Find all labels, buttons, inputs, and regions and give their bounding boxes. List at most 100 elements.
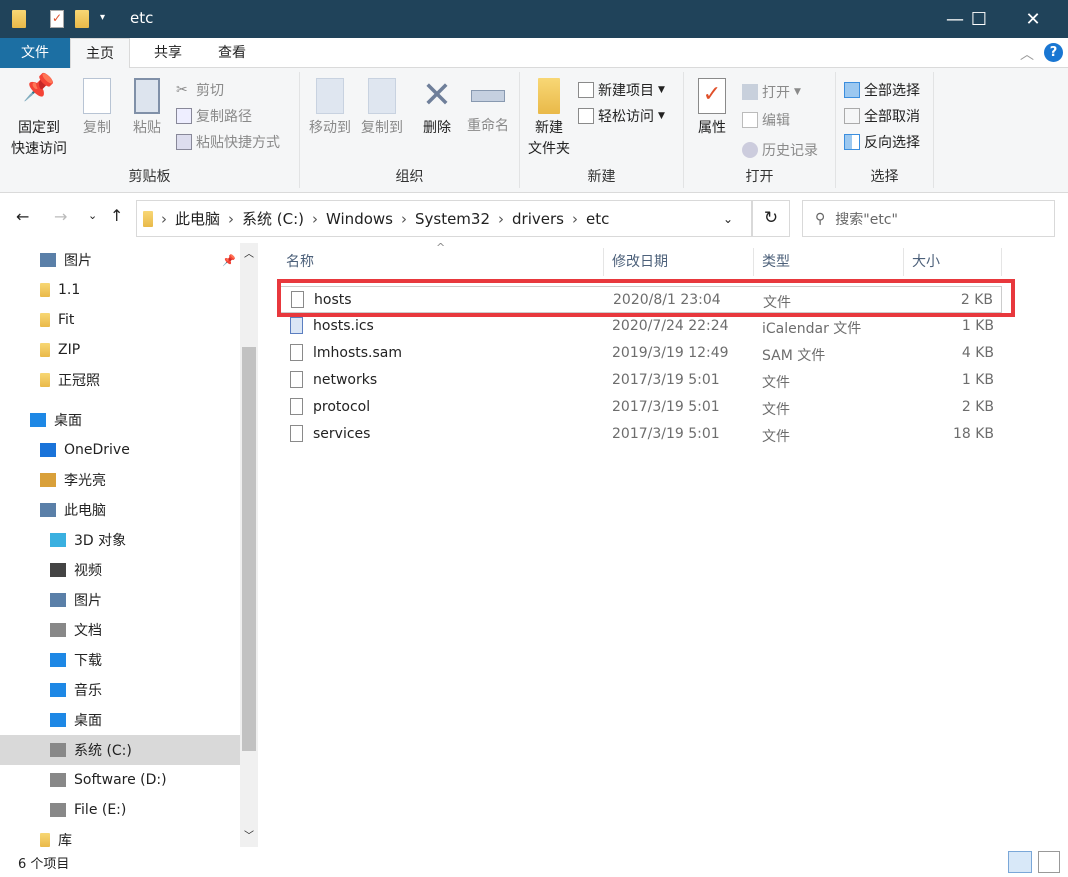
sidebar-item[interactable]: 李光亮 (0, 465, 240, 495)
file-date: 2017/3/19 5:01 (612, 399, 720, 415)
refresh-button[interactable]: ↻ (752, 200, 790, 237)
delete-button[interactable]: ✕ 删除 (416, 72, 458, 139)
large-icons-view-button[interactable] (1038, 851, 1060, 873)
sidebar-item[interactable]: 系统 (C:) (0, 735, 240, 765)
file-name: lmhosts.sam (313, 345, 403, 361)
collapse-ribbon-icon[interactable]: ︿ (1020, 44, 1034, 64)
tab-home[interactable]: 主页 (70, 38, 130, 69)
address-dropdown-icon[interactable]: ⌄ (723, 212, 733, 226)
file-row[interactable]: services 2017/3/19 5:01 文件 18 KB (278, 421, 1002, 448)
details-view-button[interactable] (1008, 851, 1032, 873)
video-icon (50, 563, 66, 577)
search-input[interactable]: ⚲ 搜索"etc" (802, 200, 1055, 237)
easy-access-button[interactable]: 轻松访问 ▼ (578, 104, 665, 128)
select-none-button[interactable]: 全部取消 (844, 104, 920, 128)
sidebar-item[interactable]: OneDrive (0, 435, 240, 465)
file-row[interactable]: networks 2017/3/19 5:01 文件 1 KB (278, 367, 1002, 394)
sidebar-item[interactable]: ZIP (0, 335, 240, 365)
paste-label: 粘贴 (133, 120, 161, 136)
sidebar-item[interactable]: 图片 📌 (0, 245, 240, 275)
properties-button[interactable]: ✓ 属性 (692, 72, 732, 139)
sidebar-item[interactable]: 文档 (0, 615, 240, 645)
sidebar-item[interactable]: 音乐 (0, 675, 240, 705)
column-header-name[interactable]: 名称 (278, 248, 604, 276)
pin-icon[interactable]: 📌 (222, 254, 236, 267)
file-name: services (313, 426, 371, 442)
scroll-up-icon[interactable]: ︿ (244, 245, 254, 260)
copy-button[interactable]: 复制 (76, 72, 118, 139)
sidebar-item[interactable]: 正冠照 (0, 365, 240, 395)
copy-to-button[interactable]: 复制到 (356, 72, 408, 139)
select-all-button[interactable]: 全部选择 (844, 78, 920, 102)
column-header-size[interactable]: 大小 (904, 248, 1002, 276)
new-item-button[interactable]: 新建项目 ▼ (578, 78, 665, 102)
invert-selection-icon (844, 134, 860, 150)
scrollbar-thumb[interactable] (242, 347, 256, 751)
tab-file[interactable]: 文件 (0, 38, 70, 68)
breadcrumb-this-pc[interactable]: 此电脑 (175, 208, 220, 229)
folder-icon (40, 283, 50, 297)
sidebar-item[interactable]: 视频 (0, 555, 240, 585)
sidebar-item[interactable]: Fit (0, 305, 240, 335)
address-bar[interactable]: › 此电脑 › 系统 (C:) › Windows › System32 › drive… (136, 200, 752, 237)
paste-button[interactable]: 粘贴 (126, 72, 168, 139)
sidebar-item[interactable]: Software (D:) (0, 765, 240, 795)
open-button[interactable]: 打开 ▼ (742, 80, 801, 104)
breadcrumb-c-drive[interactable]: 系统 (C:) (242, 208, 304, 229)
tab-share[interactable]: 共享 (138, 38, 198, 68)
sidebar-item-label: OneDrive (64, 442, 130, 458)
clipboard-group-label: 剪贴板 (128, 169, 171, 185)
sidebar-item[interactable]: 下载 (0, 645, 240, 675)
sidebar-item-label: 桌面 (74, 713, 102, 729)
customize-quick-access-icon[interactable]: ▾ (100, 12, 105, 23)
close-button[interactable]: ✕ (1010, 0, 1056, 38)
breadcrumb-etc[interactable]: etc (586, 210, 609, 228)
sidebar-item[interactable]: 3D 对象 (0, 525, 240, 555)
maximize-button[interactable]: ☐ (956, 0, 1002, 38)
column-header-type[interactable]: 类型 (754, 248, 904, 276)
file-size: 2 KB (961, 399, 994, 415)
pin-quick-access-button[interactable]: 📌 固定到 快速访问 (6, 72, 72, 160)
breadcrumb-windows[interactable]: Windows (326, 210, 393, 228)
back-button[interactable]: ← (16, 207, 29, 226)
organize-group-label: 组织 (395, 169, 424, 185)
help-icon[interactable]: ? (1044, 43, 1063, 62)
sidebar-item[interactable]: File (E:) (0, 795, 240, 825)
column-header-date[interactable]: 修改日期 (604, 248, 754, 276)
breadcrumb-drivers[interactable]: drivers (512, 210, 564, 228)
file-list: ^ 名称 修改日期 类型 大小 hosts 2020/8/1 23:04 文件 2 K… (258, 241, 1068, 847)
sidebar-item-label: 图片 (74, 593, 102, 609)
file-row[interactable]: hosts.ics 2020/7/24 22:24 iCalendar 文件 1 KB (278, 313, 1002, 340)
tab-view[interactable]: 查看 (202, 38, 262, 68)
breadcrumb-system32[interactable]: System32 (415, 210, 490, 228)
scroll-down-icon[interactable]: ﹀ (244, 827, 254, 842)
sidebar-item[interactable]: 图片 (0, 585, 240, 615)
history-icon (742, 142, 758, 158)
new-folder-button[interactable]: 新建 文件夹 (524, 72, 574, 160)
copy-path-button[interactable]: 复制路径 (176, 104, 252, 128)
file-row[interactable]: protocol 2017/3/19 5:01 文件 2 KB (278, 394, 1002, 421)
paste-shortcut-button[interactable]: 粘贴快捷方式 (176, 130, 280, 154)
sidebar-item[interactable]: 1.1 (0, 275, 240, 305)
forward-button[interactable]: → (54, 207, 67, 226)
sidebar-item[interactable]: 此电脑 (0, 495, 240, 525)
properties-quick-icon[interactable]: ✓ (50, 10, 64, 28)
up-button[interactable]: ↑ (110, 206, 123, 225)
edit-button[interactable]: 编辑 (742, 108, 790, 132)
rename-button[interactable]: 重命名 (462, 72, 514, 137)
sidebar-item[interactable]: 桌面 (0, 405, 240, 435)
sidebar-item-label: 音乐 (74, 683, 102, 699)
file-row[interactable]: lmhosts.sam 2019/3/19 12:49 SAM 文件 4 KB (278, 340, 1002, 367)
recent-locations-button[interactable]: ⌄ (88, 209, 97, 222)
cut-button[interactable]: ✂ 剪切 (176, 78, 224, 102)
sidebar-item-label: 1.1 (58, 282, 81, 298)
edit-icon (742, 112, 758, 128)
new-folder-quick-icon[interactable] (75, 10, 89, 28)
sidebar-scrollbar[interactable]: ︿ ﹀ (240, 243, 258, 847)
sidebar-item[interactable]: 桌面 (0, 705, 240, 735)
move-to-button[interactable]: 移动到 (304, 72, 356, 139)
invert-selection-button[interactable]: 反向选择 (844, 130, 920, 154)
history-button[interactable]: 历史记录 (742, 138, 818, 162)
new-item-label: 新建项目 (598, 83, 654, 99)
file-icon (290, 371, 303, 388)
